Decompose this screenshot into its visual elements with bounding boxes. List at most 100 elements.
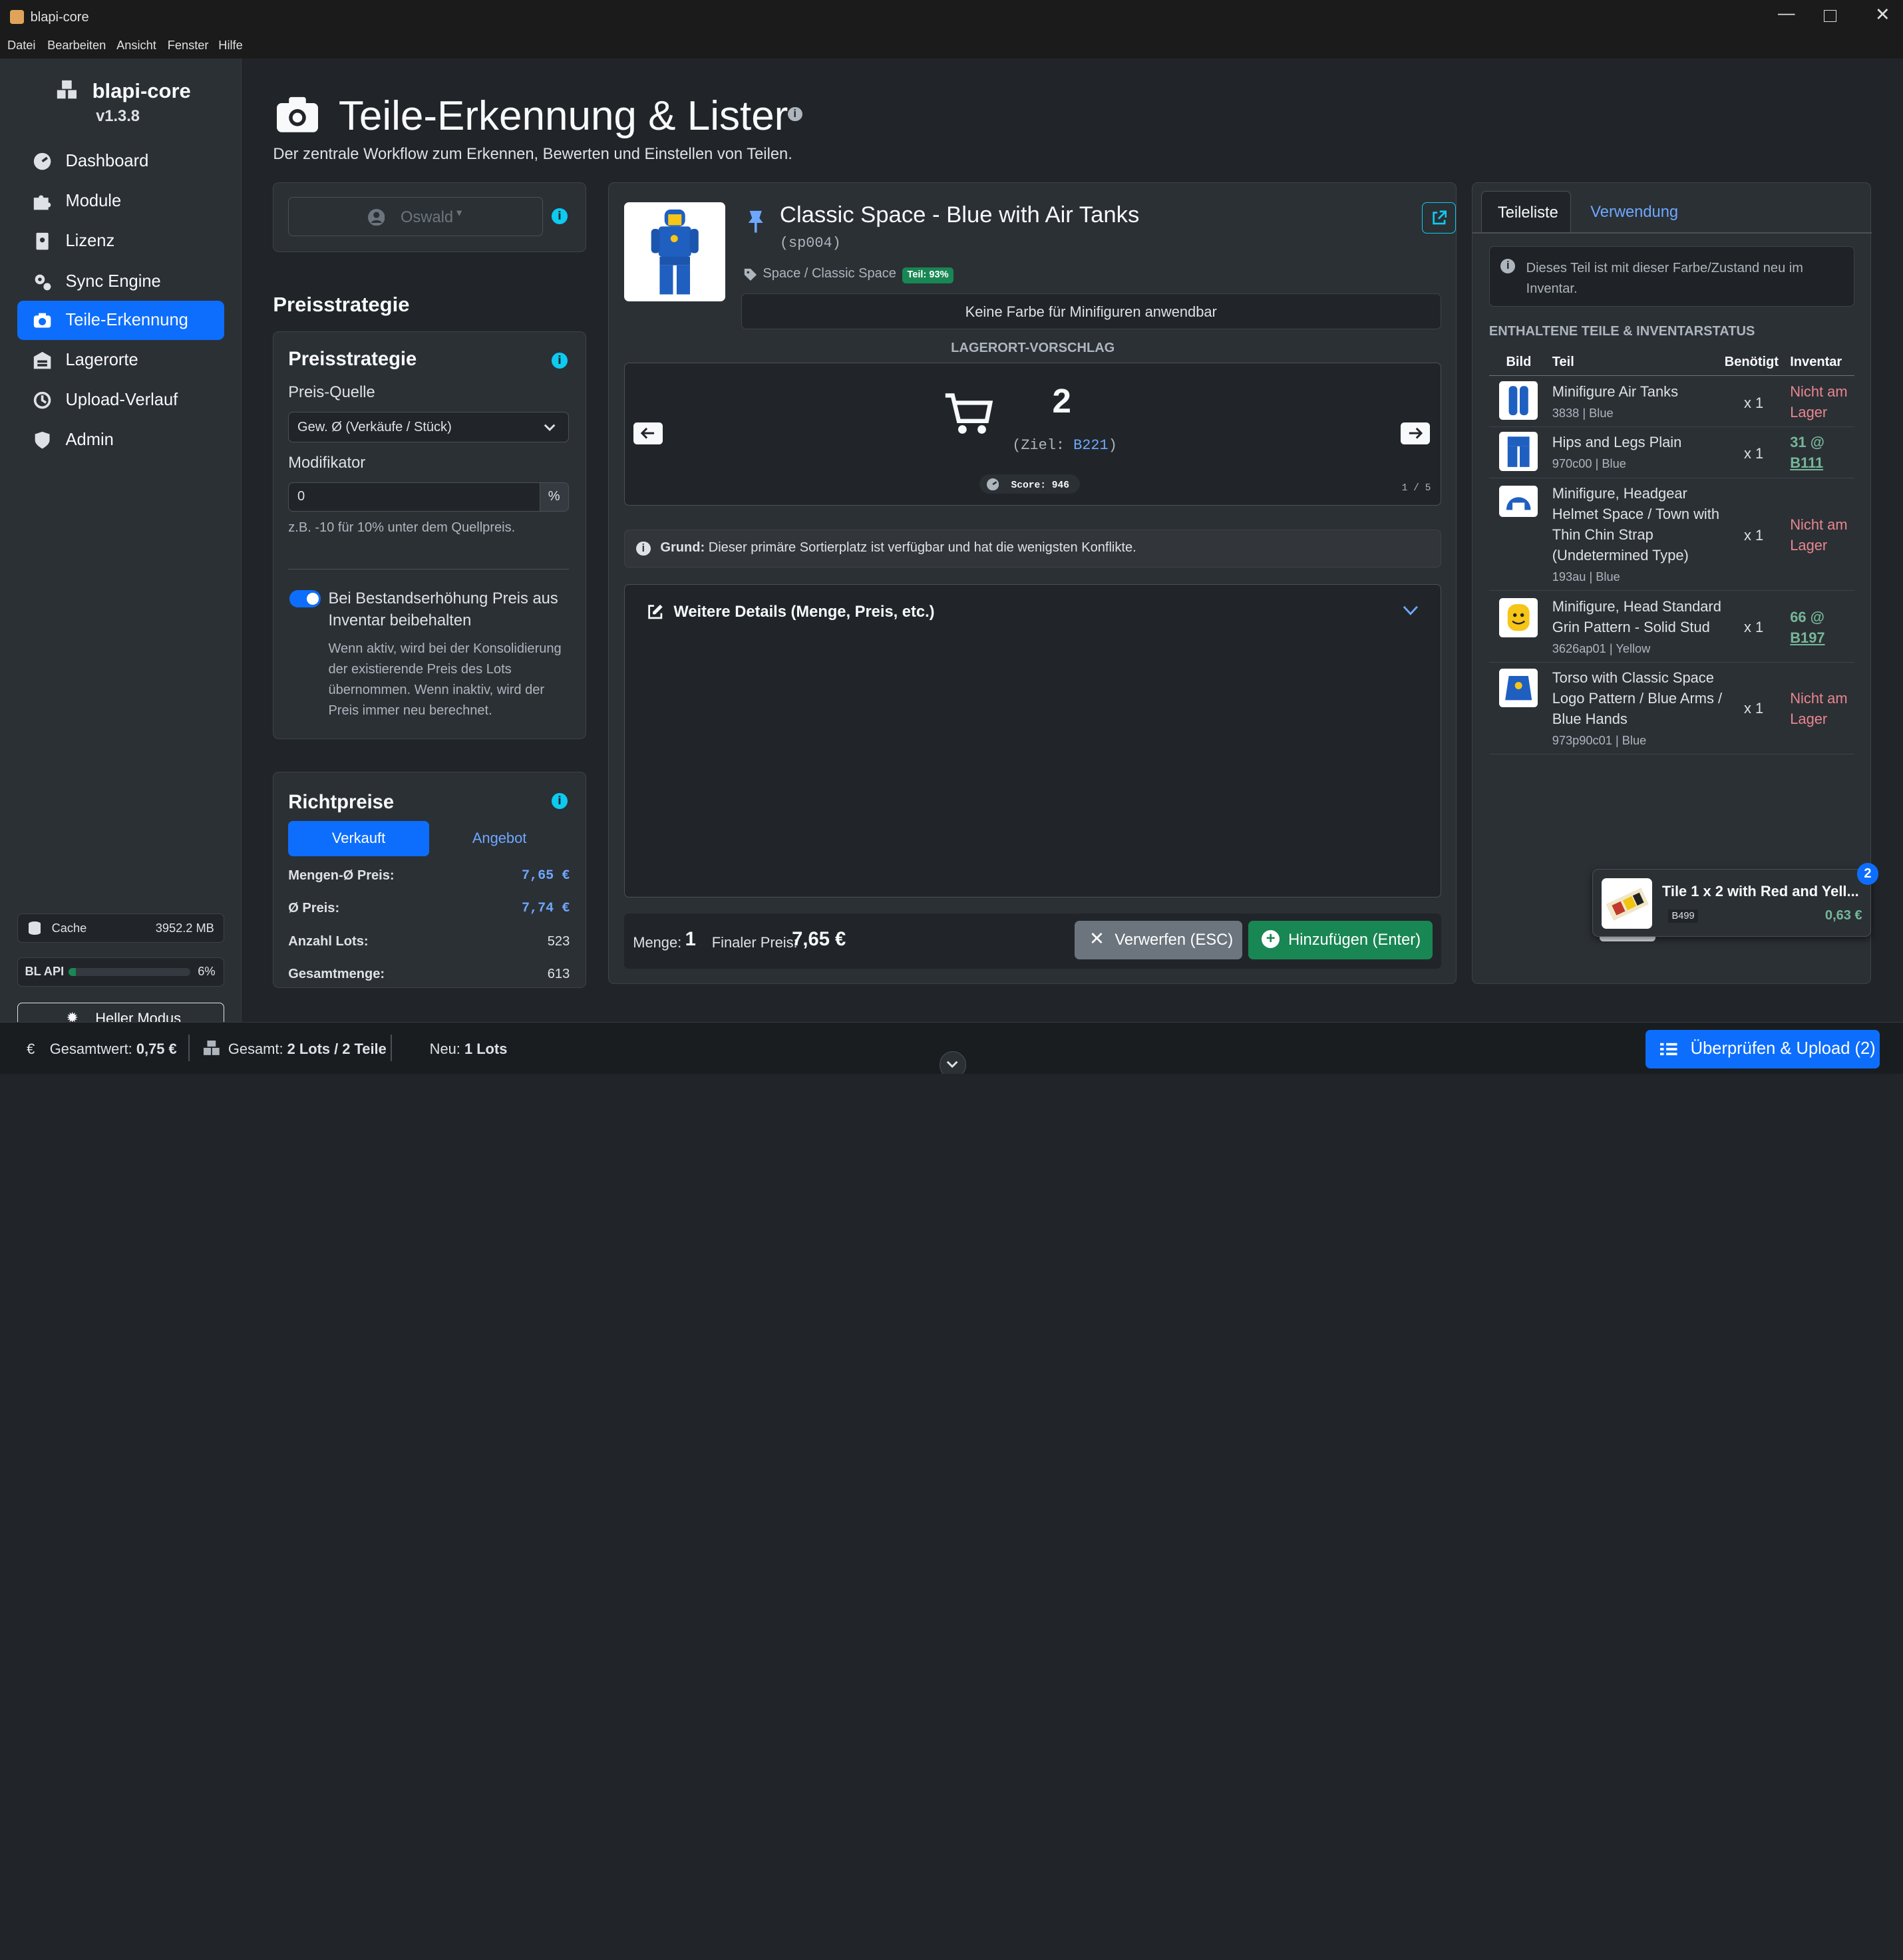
menu-ansicht[interactable]: Ansicht <box>116 38 156 53</box>
title-info-icon[interactable]: i <box>787 106 802 122</box>
price-strategy-info-icon[interactable]: i <box>552 352 568 369</box>
richtpreise-title: Richtpreise <box>288 792 395 814</box>
close-icon[interactable]: ✕ <box>1875 5 1890 25</box>
review-upload-button[interactable]: Überprüfen & Upload (2) <box>1645 1029 1880 1069</box>
part-picture <box>1507 604 1530 631</box>
sidebar-item-admin[interactable]: Admin <box>17 421 225 460</box>
part-thumbnail <box>1498 432 1538 471</box>
modifier-input[interactable]: 0 <box>288 482 541 512</box>
menu-hilfe[interactable]: Hilfe <box>218 38 242 53</box>
window-title: blapi-core <box>30 9 89 25</box>
table-row[interactable]: Minifigure, Headgear Helmet Space / Town… <box>1488 478 1854 591</box>
info-icon: i <box>635 541 651 556</box>
part-inventory: 66 @ B197 <box>1790 607 1824 648</box>
maximize-icon[interactable] <box>1824 9 1836 22</box>
part-code: 3838 | Blue <box>1552 405 1614 420</box>
toast-count-badge: 2 <box>1856 862 1879 885</box>
next-location-button[interactable] <box>1400 422 1430 444</box>
minifig-image <box>624 202 725 302</box>
user-info-icon[interactable]: i <box>552 208 568 224</box>
gears-icon <box>35 274 51 290</box>
stat-label: Anzahl Lots: <box>288 933 369 949</box>
new-item-alert-text: Dieses Teil ist mit dieser Farbe/Zustand… <box>1526 260 1803 296</box>
inventory-location-link[interactable]: B111 <box>1790 454 1823 471</box>
inventory-location-link[interactable]: B197 <box>1790 629 1824 646</box>
table-row[interactable]: Minifigure Air Tanks 3838 | Blue x 1 Nich… <box>1488 376 1854 427</box>
external-link-button[interactable] <box>1421 202 1456 234</box>
menu-bearbeiten[interactable]: Bearbeiten <box>47 38 106 53</box>
target-location-link[interactable]: B221 <box>1073 437 1109 454</box>
keep-price-help: Wenn aktiv, wird bei der Konsolidierung … <box>328 641 562 719</box>
stat-value: 7,65 € <box>522 868 570 884</box>
divider <box>188 1034 190 1062</box>
minimize-icon[interactable]: — <box>1772 5 1801 27</box>
user-select-card: Oswald ▾ i <box>273 182 586 253</box>
toggle-knob <box>306 593 319 605</box>
col-benoetigt: Benötigt <box>1724 354 1779 369</box>
part-name-text: Torso with Classic Space Logo Pattern / … <box>1552 669 1723 728</box>
menu-fenster[interactable]: Fenster <box>168 38 209 53</box>
thumbtack-icon[interactable] <box>747 210 765 234</box>
location-pager: 1 / 5 <box>1401 483 1431 494</box>
col-inventar: Inventar <box>1790 354 1842 369</box>
recent-item-toast[interactable]: Tile 1 x 2 with Red and Yell... B499 0,6… <box>1592 868 1872 937</box>
tab-verkauft[interactable]: Verkauft <box>288 820 429 856</box>
details-accordion[interactable]: Weitere Details (Menge, Preis, etc.) <box>624 584 1441 898</box>
discard-button[interactable]: ✕ Verwerfen (ESC) <box>1075 920 1242 959</box>
table-row[interactable]: Minifigure, Head Standard Grin Pattern -… <box>1488 591 1854 663</box>
price-source-select[interactable]: Gew. Ø (Verkäufe / Stück) <box>288 412 569 442</box>
edit-icon <box>648 604 663 619</box>
item-category: Space / Classic Space <box>763 266 896 281</box>
bl-api-progress-fill <box>69 967 77 977</box>
reason-text: Grund: Dieser primäre Sortierplatz ist v… <box>660 540 1136 556</box>
target-suffix: ) <box>1108 436 1117 454</box>
user-dropdown[interactable]: Oswald ▾ <box>288 197 544 236</box>
total-label: Gesamtwert: <box>49 1041 132 1058</box>
parts-section-title: ENTHALTENE TEILE & INVENTARSTATUS <box>1488 323 1755 339</box>
sidebar-item-sync-engine[interactable]: Sync Engine <box>17 262 225 301</box>
add-button[interactable]: + Hinzufügen (Enter) <box>1248 920 1433 959</box>
price-strategy-title: Preisstrategie <box>288 349 417 371</box>
chevron-down-icon <box>544 424 556 431</box>
modifier-value: 0 <box>297 489 305 504</box>
sidebar-item-module[interactable]: Module <box>17 182 225 221</box>
user-name: Oswald <box>401 208 454 226</box>
gauge-small-icon <box>986 478 999 490</box>
part-name: Hips and Legs Plain 970c00 | Blue <box>1552 432 1728 474</box>
keep-price-toggle[interactable] <box>289 590 321 607</box>
sidebar-item-dashboard[interactable]: Dashboard <box>17 142 225 180</box>
score-pill: Score: 946 <box>979 474 1081 494</box>
keep-price-label: Bei Bestandserhöhung Preis aus Inventar … <box>328 589 558 629</box>
col-bild: Bild <box>1506 354 1532 369</box>
match-badge: Teil: 93% <box>902 267 953 283</box>
prev-location-button[interactable] <box>633 422 663 444</box>
stat-label: Ø Preis: <box>288 901 340 916</box>
external-link-icon <box>1432 210 1447 225</box>
sidebar-item-lizenz[interactable]: Lizenz <box>17 222 225 261</box>
part-name-text: Minifigure Air Tanks <box>1552 383 1679 400</box>
part-code: 3626ap01 | Yellow <box>1552 641 1651 655</box>
richtpreise-info-icon[interactable]: i <box>552 793 568 809</box>
bl-api-progress <box>69 967 190 977</box>
puzzle-icon <box>34 195 51 210</box>
part-thumbnail <box>1498 598 1538 637</box>
table-row[interactable]: Hips and Legs Plain 970c00 | Blue x 1 31 … <box>1488 427 1854 478</box>
part-picture <box>1508 385 1528 415</box>
table-row[interactable]: Torso with Classic Space Logo Pattern / … <box>1488 663 1854 755</box>
tab-verwendung[interactable]: Verwendung <box>1590 204 1678 222</box>
cache-indicator: Cache 3952.2 MB <box>17 913 225 943</box>
collapse-footer-button[interactable] <box>939 1051 966 1074</box>
sidebar-item-upload-verlauf[interactable]: Upload-Verlauf <box>17 381 225 420</box>
total-value-text: Gesamtwert: 0,75 € <box>50 1041 177 1058</box>
part-code: 970c00 | Blue <box>1552 456 1626 471</box>
tab-angebot[interactable]: Angebot <box>436 821 563 856</box>
total-value: 0,75 € <box>136 1041 177 1058</box>
tab-teileliste[interactable]: Teileliste <box>1481 191 1572 234</box>
final-price-label: Finaler Preis: <box>711 933 798 951</box>
sidebar-item-lagerorte[interactable]: Lagerorte <box>17 341 225 380</box>
bl-api-indicator: BL API 6% <box>17 957 225 987</box>
sidebar-item-teile-erkennung[interactable]: Teile-Erkennung <box>17 301 225 340</box>
part-thumbnail <box>1498 485 1538 517</box>
menu-datei[interactable]: Datei <box>7 38 36 53</box>
part-name: Minifigure Air Tanks 3838 | Blue <box>1552 381 1728 423</box>
